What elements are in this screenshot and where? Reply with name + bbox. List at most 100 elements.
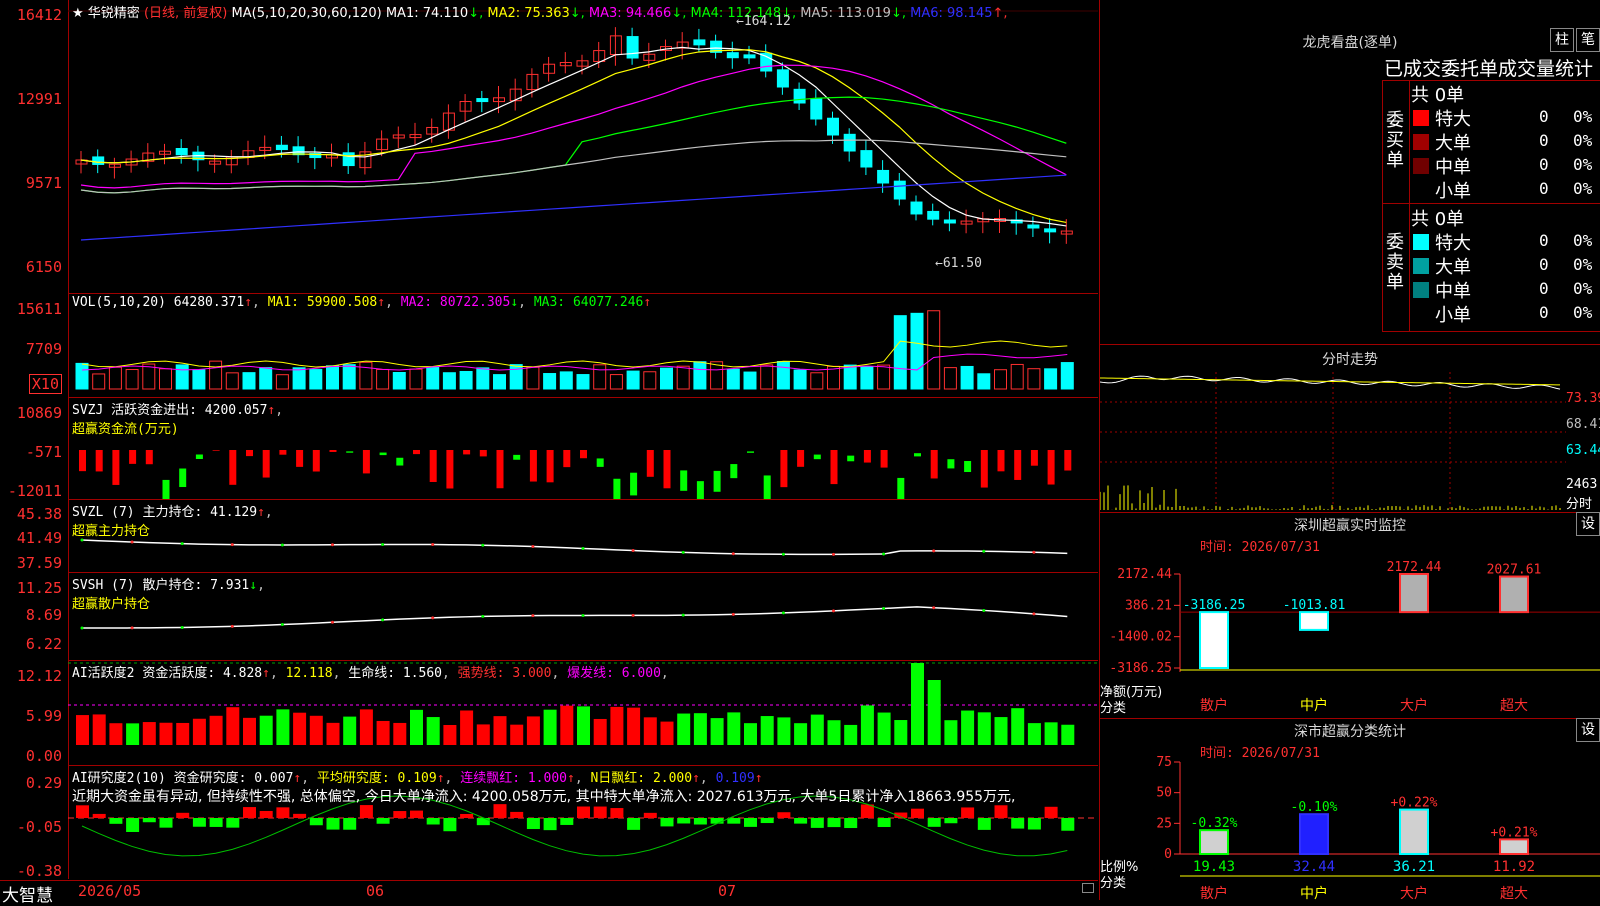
- net-value-label: -3186.25: [1183, 598, 1246, 613]
- volume-bar: [927, 310, 941, 390]
- sz-class-chart[interactable]: 75 50 25 0 -0.32% 19.43 散户 -0.10% 32.44 中户 +0.22% 3…: [1100, 740, 1600, 900]
- volume-bar: [793, 369, 807, 390]
- research-bar: [693, 818, 707, 825]
- holding-dot: [531, 614, 535, 618]
- candle: [259, 146, 272, 151]
- time-label: 06: [366, 882, 385, 900]
- flow-bar: [529, 450, 537, 482]
- net-value-label: 2172.44: [1387, 560, 1442, 575]
- holding-dot: [130, 540, 134, 544]
- volume-bar: [192, 369, 206, 390]
- research-bar: [376, 818, 390, 824]
- sz-monitor-chart[interactable]: 2172.44 386.21 -1400.02 -3186.25 -3186.25 散户 -…: [1100, 540, 1600, 715]
- price-axis: 16412 12991 9571 6150: [0, 0, 69, 293]
- volume-bar: [860, 366, 874, 390]
- research-bar: [142, 818, 156, 823]
- ai-active-a: 资金活跃度: 4.828: [142, 666, 263, 681]
- activity-bar: [343, 716, 357, 745]
- activity-bar: [192, 718, 206, 745]
- activity-bar: [877, 712, 891, 745]
- ai-research-y-label: -0.05: [16, 818, 62, 836]
- volume-bar: [1060, 362, 1074, 390]
- holding-dot: [882, 552, 886, 556]
- ratio-value-label: 19.43: [1193, 859, 1235, 875]
- order-qty: 0: [1539, 179, 1549, 198]
- order-type-label: 中单: [1435, 281, 1471, 302]
- holding-line: [81, 539, 1068, 556]
- flow-bar: [1064, 450, 1072, 471]
- research-bar: [309, 818, 323, 826]
- volume-bar: [426, 366, 440, 390]
- volume-bar: [576, 374, 590, 390]
- candle: [893, 180, 906, 200]
- flow-bar: [246, 450, 253, 457]
- holding-dot: [481, 614, 485, 618]
- research-bar: [1044, 806, 1058, 818]
- chart-mode[interactable]: (日线, 前复权): [144, 6, 227, 21]
- holding-dot: [230, 624, 234, 628]
- bar-mode-button[interactable]: 柱: [1550, 28, 1574, 52]
- buy-total: 共 0单: [1411, 85, 1465, 106]
- flow-bar: [546, 450, 554, 483]
- lock-icon[interactable]: [1082, 883, 1094, 893]
- high-price-note: ←164.12: [736, 14, 791, 29]
- favorite-star-icon[interactable]: ★: [72, 6, 84, 21]
- ma-value-2: MA2: 75.363: [483, 6, 570, 21]
- svsh-y-label: 11.25: [16, 579, 62, 597]
- sz-class-y-label: 50: [1156, 786, 1172, 801]
- volume-bar: [593, 364, 607, 390]
- svsh-header: SVSH (7) 散户持仓: 7.931↓, 超赢散户持仓: [72, 578, 265, 612]
- research-bar: [426, 818, 440, 825]
- intraday-avg-line: [1100, 377, 1561, 386]
- price-pane[interactable]: [68, 0, 1098, 294]
- holding-dot: [481, 543, 485, 547]
- sz-monitor-y-label: -3186.25: [1109, 661, 1172, 676]
- research-bar: [1027, 818, 1041, 830]
- intraday-y-label: 63.44: [1566, 443, 1600, 458]
- activity-bar: [92, 714, 106, 745]
- flow-bar: [446, 450, 454, 489]
- volume-bar: [209, 360, 223, 390]
- holding-dot: [1032, 550, 1036, 554]
- ratio-value-label: 11.92: [1493, 859, 1535, 875]
- ratio-bar: [1399, 808, 1429, 855]
- order-qty: 0: [1539, 255, 1549, 274]
- research-bar: [1061, 818, 1075, 831]
- holding-dot: [381, 543, 385, 547]
- volume-bar: [125, 369, 139, 390]
- volume-bar: [660, 367, 673, 390]
- flow-bar: [947, 459, 955, 469]
- volume-bar: [75, 362, 89, 390]
- order-qty: 0: [1539, 155, 1549, 174]
- intraday-chart[interactable]: [1100, 372, 1566, 512]
- activity-bar: [927, 680, 941, 745]
- order-qty: 0: [1539, 107, 1549, 126]
- research-bar: [827, 818, 841, 828]
- intraday-unit: 分时: [1566, 497, 1593, 512]
- flow-bar: [964, 461, 972, 473]
- research-bar: [243, 807, 256, 818]
- order-pct: 0%: [1573, 155, 1593, 174]
- flow-bar: [930, 450, 938, 479]
- sz-class-settings-button[interactable]: 设: [1576, 718, 1600, 742]
- brand-logo: 大智慧: [2, 886, 53, 906]
- intraday-vol-label: 2463: [1566, 477, 1598, 492]
- order-pct: 0%: [1573, 131, 1593, 150]
- legend-swatch: [1413, 110, 1429, 126]
- activity-bar: [693, 713, 707, 745]
- price-y-label: 16412: [16, 6, 62, 24]
- volume-bar: [159, 368, 172, 390]
- order-pct: 0%: [1573, 107, 1593, 126]
- sz-monitor-settings-button[interactable]: 设: [1576, 512, 1600, 536]
- flow-bar: [513, 454, 521, 460]
- research-bar: [927, 818, 941, 827]
- ai-active-e: 爆发线: 6.000: [567, 666, 661, 681]
- research-bar: [226, 818, 240, 828]
- ma-header: MA(5,10,20,30,60,120): [231, 6, 382, 21]
- sz-class-y-label: 0: [1164, 847, 1172, 862]
- candlestick-chart[interactable]: [68, 0, 1098, 293]
- volume-bar: [643, 371, 657, 390]
- activity-bar: [326, 722, 340, 745]
- research-bar: [1011, 818, 1025, 829]
- tick-mode-button[interactable]: 笔: [1576, 28, 1600, 52]
